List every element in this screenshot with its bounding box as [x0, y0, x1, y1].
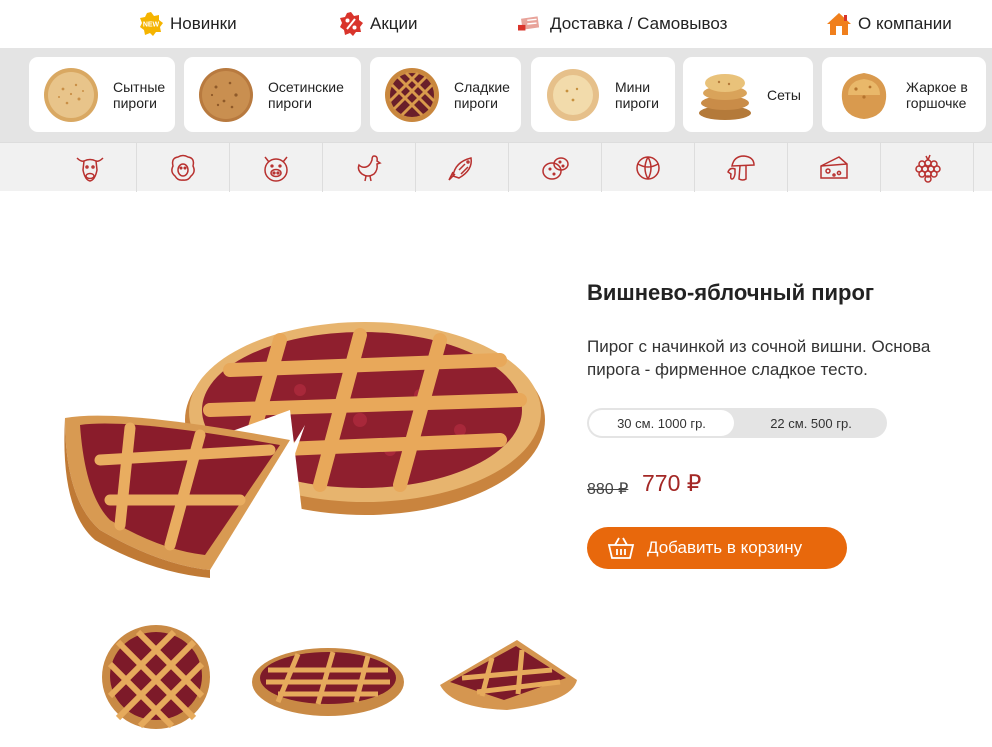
category-label: Осетинские пироги — [268, 78, 344, 111]
new-badge-text: NEW — [143, 22, 160, 29]
nav-delivery[interactable]: Доставка / Самовывоз — [518, 10, 727, 38]
add-to-cart-label: Добавить в корзину — [647, 538, 803, 557]
product-main-image[interactable] — [60, 300, 550, 580]
top-nav: NEW Новинки Акции Доставка / Самовывоз О… — [0, 0, 992, 48]
size-option-30cm[interactable]: 30 см. 1000 гр. — [589, 410, 734, 436]
filter-beef[interactable] — [44, 143, 137, 192]
category-sweet-pies[interactable]: Сладкие пироги — [370, 57, 521, 132]
add-to-cart-button[interactable]: Добавить в корзину — [587, 527, 847, 569]
category-label: Сладкие пироги — [454, 78, 510, 111]
filter-cabbage[interactable] — [602, 143, 695, 192]
home-icon — [826, 11, 852, 37]
cabbage-icon — [636, 155, 660, 180]
sweet-pie-image — [385, 67, 439, 122]
category-mini-pies[interactable]: Мини пироги — [531, 57, 675, 132]
nav-promo-label: Акции — [370, 14, 418, 33]
category-ossetian-pies[interactable]: Осетинские пироги — [184, 57, 361, 132]
filter-cheese[interactable] — [788, 143, 881, 192]
nav-delivery-label: Доставка / Самовывоз — [550, 14, 728, 33]
category-strip: Сытные пироги Осетинские пироги Сладкие … — [0, 48, 992, 142]
chicken-icon — [357, 154, 382, 181]
category-label: Мини пироги — [615, 78, 659, 111]
size-option-22cm[interactable]: 22 см. 500 гр. — [737, 410, 885, 436]
product-thumbnail-slice[interactable] — [432, 630, 587, 720]
category-label: Жаркое в горшочке — [906, 78, 968, 111]
nav-promo[interactable]: Акции — [338, 10, 418, 38]
filter-fish[interactable] — [416, 143, 509, 192]
filter-potato[interactable] — [509, 143, 602, 192]
category-label: Сеты — [767, 86, 801, 103]
product-description: Пирог с начинкой из сочной вишни. Основа… — [587, 337, 931, 379]
mushroom-icon — [727, 154, 755, 181]
filter-mushroom[interactable] — [695, 143, 788, 192]
cheese-icon — [820, 155, 848, 179]
mini-pie-image — [547, 68, 599, 121]
nav-about-label: О компании — [858, 14, 952, 33]
nav-about[interactable]: О компании — [826, 10, 952, 38]
fish-icon — [448, 156, 472, 181]
filling-filter-strip — [0, 142, 992, 192]
percent-icon — [338, 11, 364, 37]
nav-new[interactable]: NEW Новинки — [138, 10, 237, 38]
berry-icon — [915, 154, 941, 183]
product-title: Вишнево-яблочный пирог — [587, 280, 875, 305]
category-label: Сытные пироги — [113, 78, 166, 111]
sets-image — [699, 73, 751, 120]
ossetian-pie-image — [199, 67, 253, 122]
old-price: 880 ₽ — [587, 481, 629, 498]
filter-pork[interactable] — [230, 143, 323, 192]
new-badge-icon: NEW — [138, 11, 164, 37]
lamb-icon — [171, 154, 195, 181]
savory-pie-image — [44, 67, 98, 122]
pot-roast-image — [841, 72, 887, 119]
beef-icon — [76, 156, 104, 182]
product-thumbnail-side[interactable] — [248, 640, 408, 720]
potato-icon — [542, 156, 569, 180]
category-savory-pies[interactable]: Сытные пироги — [29, 57, 175, 132]
filter-chicken[interactable] — [323, 143, 416, 192]
nav-new-label: Новинки — [170, 14, 237, 33]
pork-icon — [264, 156, 288, 182]
category-sets[interactable]: Сеты — [683, 57, 813, 132]
basket-icon — [607, 536, 635, 560]
delivery-icon — [518, 11, 544, 37]
product-thumbnail-whole[interactable] — [98, 622, 216, 732]
filter-lamb[interactable] — [137, 143, 230, 192]
filter-berry[interactable] — [881, 143, 974, 192]
current-price: 770 ₽ — [642, 470, 702, 496]
category-pot-roast[interactable]: Жаркое в горшочке — [822, 57, 986, 132]
size-selector: 30 см. 1000 гр. 22 см. 500 гр. — [587, 408, 887, 438]
